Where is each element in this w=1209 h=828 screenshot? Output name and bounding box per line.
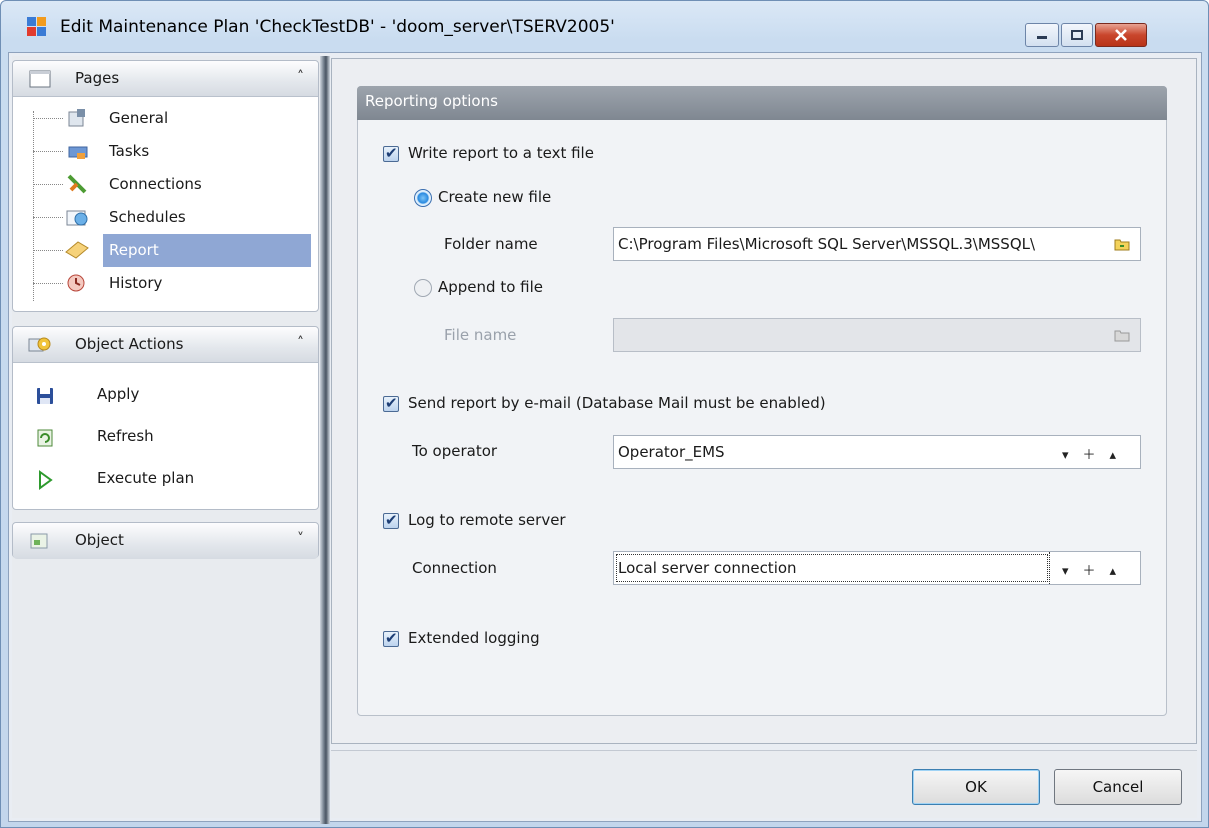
to-operator-label: To operator (412, 442, 498, 460)
history-icon (67, 274, 85, 292)
execute-plan-label: Execute plan (97, 469, 195, 487)
extended-logging-checkbox[interactable]: ✔ (383, 629, 399, 647)
check-icon: ✔ (385, 394, 398, 412)
apply-action[interactable]: Apply (21, 381, 291, 411)
browse-folder-icon[interactable] (1114, 237, 1130, 251)
write-report-label[interactable]: Write report to a text file (408, 144, 594, 162)
object-actions-group: Object Actions ˄ Apply Refresh Execute p… (12, 326, 319, 510)
pages-group-title: Pages (75, 69, 120, 87)
folder-name-field[interactable]: C:\Program Files\Microsoft SQL Server\MS… (613, 227, 1141, 261)
log-remote-checkbox[interactable]: ✔ (383, 511, 399, 529)
connection-combo[interactable]: Local server connection ▾＋▴ (613, 551, 1141, 585)
save-icon (37, 388, 53, 404)
ok-button[interactable]: OK (912, 769, 1040, 805)
object-actions-title: Object Actions (75, 335, 184, 353)
append-to-file-radio[interactable] (414, 279, 432, 297)
play-icon (39, 470, 53, 490)
maximize-icon (1071, 30, 1083, 40)
folder-name-label: Folder name (444, 235, 538, 253)
apply-label: Apply (97, 385, 140, 403)
db-maintenance-icon (27, 17, 46, 36)
page-item-tasks[interactable]: Tasks (19, 135, 311, 168)
combo-buttons[interactable]: ▾＋▴ (1062, 560, 1130, 579)
page-label: Schedules (109, 208, 186, 226)
execute-plan-action[interactable]: Execute plan (21, 465, 291, 495)
refresh-icon (37, 429, 53, 447)
expand-icon[interactable]: ˅ (297, 531, 304, 547)
to-operator-combo[interactable]: Operator_EMS ▾＋▴ (613, 435, 1141, 469)
page-label: Tasks (109, 142, 150, 160)
refresh-action[interactable]: Refresh (21, 423, 291, 453)
object-group-header[interactable]: Object ˅ (13, 523, 318, 559)
page-item-history[interactable]: History (19, 267, 311, 300)
page-label: Report (103, 234, 311, 267)
page-label: Connections (109, 175, 202, 193)
page-item-connections[interactable]: Connections (19, 168, 311, 201)
close-icon (1115, 29, 1127, 41)
maximize-button[interactable] (1061, 23, 1093, 47)
minimize-icon (1037, 36, 1047, 39)
reporting-options-header: Reporting options (357, 86, 1167, 120)
object-group: Object ˅ (12, 522, 319, 559)
minimize-button[interactable] (1025, 23, 1059, 47)
pages-icon (29, 70, 51, 88)
combo-buttons[interactable]: ▾＋▴ (1062, 444, 1130, 463)
folder-name-value: C:\Program Files\Microsoft SQL Server\MS… (618, 235, 1036, 253)
title-bar[interactable]: Edit Maintenance Plan 'CheckTestDB' - 'd… (1, 1, 1208, 53)
create-new-file-label[interactable]: Create new file (438, 188, 551, 206)
to-operator-value: Operator_EMS (618, 443, 725, 461)
file-name-label: File name (444, 326, 517, 344)
window-title: Edit Maintenance Plan 'CheckTestDB' - 'd… (60, 17, 615, 37)
send-email-label[interactable]: Send report by e-mail (Database Mail mus… (408, 394, 826, 412)
object-icon (30, 533, 48, 549)
pages-group: Pages ˄ General Tasks Connections Schedu… (12, 60, 319, 312)
connection-value: Local server connection (618, 559, 797, 577)
create-new-file-radio[interactable] (414, 189, 432, 207)
file-name-field[interactable] (613, 318, 1141, 352)
refresh-label: Refresh (97, 427, 154, 445)
check-icon: ✔ (385, 511, 398, 529)
pane-splitter[interactable] (320, 56, 330, 824)
ok-label: OK (965, 778, 987, 796)
gear-icon (28, 337, 51, 352)
combo-separator (1049, 552, 1050, 584)
page-item-report[interactable]: Report (19, 234, 311, 267)
connection-label: Connection (412, 559, 497, 577)
page-item-schedules[interactable]: Schedules (19, 201, 311, 234)
collapse-icon[interactable]: ˄ (297, 335, 304, 351)
object-group-title: Object (75, 531, 124, 549)
report-icon (65, 241, 89, 259)
reporting-options-title: Reporting options (365, 92, 498, 110)
log-remote-label[interactable]: Log to remote server (408, 511, 566, 529)
append-to-file-label[interactable]: Append to file (438, 278, 543, 296)
browse-file-icon[interactable] (1114, 328, 1130, 342)
send-email-checkbox[interactable]: ✔ (383, 394, 399, 412)
pages-group-header[interactable]: Pages ˄ (13, 61, 318, 97)
check-icon: ✔ (385, 629, 398, 647)
page-label: General (109, 109, 169, 127)
object-actions-header[interactable]: Object Actions ˄ (13, 327, 318, 363)
tasks-icon (68, 146, 88, 159)
extended-logging-label[interactable]: Extended logging (408, 629, 540, 647)
close-button[interactable] (1095, 23, 1147, 47)
schedules-icon (66, 210, 88, 226)
connections-icon (67, 174, 87, 194)
cancel-label: Cancel (1092, 778, 1144, 796)
page-label: History (109, 274, 163, 292)
check-icon: ✔ (385, 144, 398, 162)
general-icon (68, 109, 85, 127)
cancel-button[interactable]: Cancel (1054, 769, 1182, 805)
collapse-icon[interactable]: ˄ (297, 69, 304, 85)
write-report-checkbox[interactable]: ✔ (383, 144, 399, 162)
page-item-general[interactable]: General (19, 102, 311, 135)
